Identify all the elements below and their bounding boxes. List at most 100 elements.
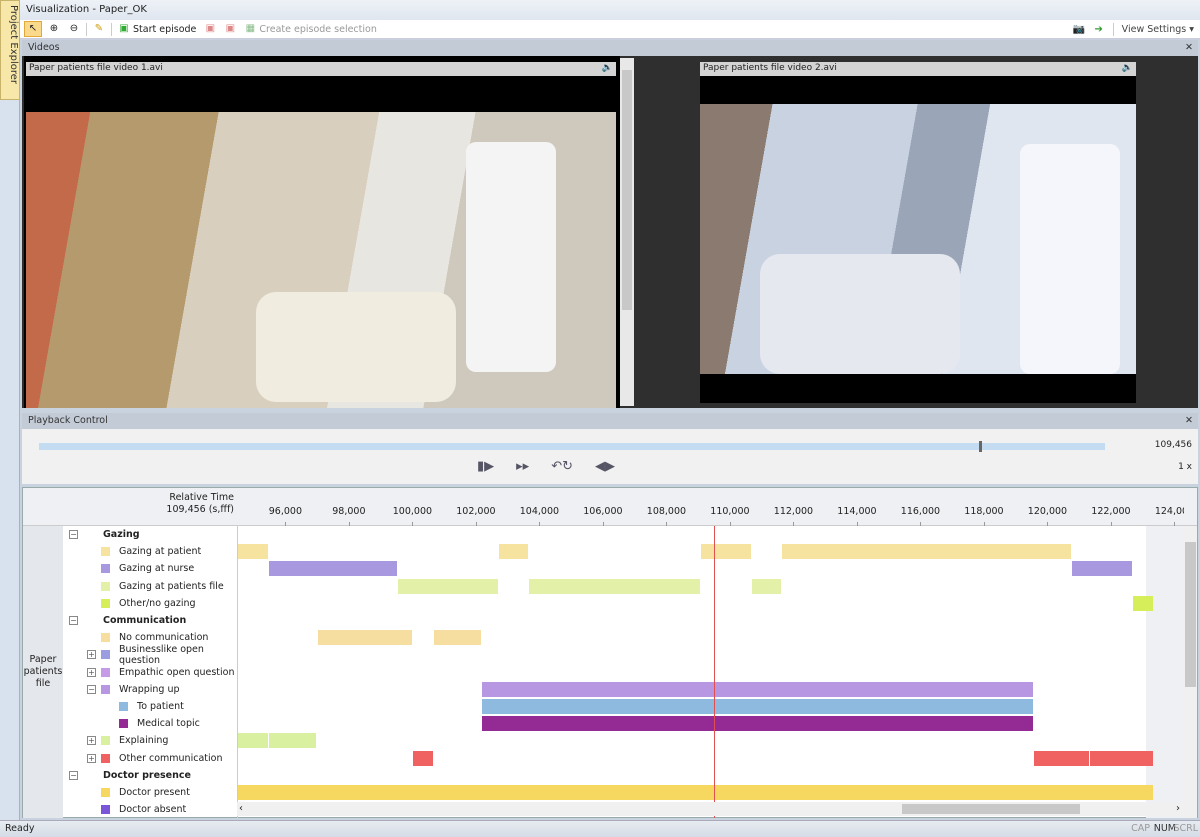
seek-thumb[interactable] <box>979 441 983 452</box>
tick-label: 118,000 <box>964 506 1004 517</box>
timeline-chart[interactable] <box>237 526 1184 818</box>
video-2-title: Paper patients file video 2.avi <box>703 63 837 73</box>
group-row[interactable]: − Gazing <box>63 526 237 543</box>
category-row[interactable]: − Wrapping up <box>63 681 237 698</box>
time-axis: 96,000 98,000 100,000 102,000 104,000 106,000… <box>237 488 1184 526</box>
category-row[interactable]: Other/no gazing <box>63 595 237 612</box>
start-episode-button[interactable]: ▣ Start episode <box>116 21 198 37</box>
speaker-icon[interactable]: 🔈 <box>602 63 613 75</box>
event-bar[interactable] <box>269 561 398 577</box>
plus-toggle-icon[interactable]: + <box>87 667 96 677</box>
category-row[interactable]: Gazing at patients file <box>63 578 237 595</box>
video-1-frame[interactable] <box>26 112 616 408</box>
camera-icon[interactable]: 📷 <box>1073 24 1085 36</box>
create-episode-selection-button[interactable]: ▦ Create episode selection <box>242 21 378 37</box>
end-episode-icon: ▣ <box>205 23 216 34</box>
close-icon[interactable]: ✕ <box>1185 42 1193 53</box>
playhead-cursor[interactable] <box>713 526 715 818</box>
event-bar[interactable] <box>700 544 752 560</box>
category-row[interactable]: + Explaining <box>63 732 237 749</box>
event-bar[interactable] <box>481 699 1034 714</box>
event-bar[interactable] <box>1090 750 1154 766</box>
event-bar[interactable] <box>433 630 481 646</box>
zoom-in-button[interactable]: ⊕ <box>46 21 62 37</box>
event-bar[interactable] <box>529 578 700 594</box>
minus-toggle-icon[interactable]: − <box>69 770 78 780</box>
undo-redo-button[interactable]: ↶↻ <box>551 459 573 474</box>
cap-indicator: CAP <box>1131 823 1150 834</box>
select-tool-button[interactable]: ↖ <box>24 21 42 37</box>
category-row[interactable]: Gazing at patient <box>63 543 237 560</box>
separator <box>1112 23 1114 36</box>
event-bar[interactable] <box>238 544 269 560</box>
delete-episode-button[interactable]: ▣ <box>222 21 238 37</box>
prev-next-button[interactable]: ◀▶ <box>595 459 615 474</box>
plus-toggle-icon[interactable]: + <box>87 736 96 746</box>
plus-toggle-icon[interactable]: + <box>87 753 96 763</box>
event-bar[interactable] <box>752 578 782 594</box>
scroll-left-icon[interactable]: ‹ <box>239 803 243 814</box>
pause-play-button[interactable]: ▮▶ <box>477 459 494 474</box>
event-bar[interactable] <box>238 785 1154 800</box>
event-bar[interactable] <box>1071 561 1133 577</box>
zoom-out-button[interactable]: ⊖ <box>66 21 82 37</box>
playback-area: 109,456 ▮▶ ▸▸ ↶↻ ◀▶ 1 x <box>22 429 1198 484</box>
seek-slider[interactable] <box>39 441 1105 452</box>
video-2-frame[interactable] <box>700 76 1136 403</box>
relative-time-value: 109,456 (s,fff) <box>166 504 234 515</box>
scrl-indicator: SCRL <box>1173 823 1198 834</box>
category-row[interactable]: + Other communication <box>63 750 237 767</box>
category-row[interactable]: Doctor present <box>63 784 237 801</box>
category-row[interactable]: Medical topic <box>63 715 237 732</box>
event-bar[interactable] <box>1034 750 1090 766</box>
left-dock-strip <box>0 100 20 837</box>
event-bar[interactable] <box>1133 595 1154 611</box>
event-bar[interactable] <box>481 716 1034 732</box>
vertical-scrollbar[interactable] <box>1184 526 1197 818</box>
plus-toggle-icon[interactable]: + <box>87 650 96 660</box>
event-bar[interactable] <box>269 733 317 749</box>
minus-toggle-icon[interactable]: − <box>87 684 96 694</box>
tick-label: 102,000 <box>456 506 496 517</box>
color-swatch <box>101 564 110 574</box>
group-row[interactable]: − Communication <box>63 612 237 629</box>
row-label: To patient <box>137 701 184 712</box>
speaker-icon[interactable]: 🔈 <box>1122 63 1133 75</box>
pointer-icon: ↖ <box>28 23 38 34</box>
event-bar[interactable] <box>238 733 269 749</box>
category-row[interactable]: To patient <box>63 698 237 715</box>
video-1-panel: Paper patients file video 1.avi 🔈 <box>24 56 620 408</box>
separator <box>111 22 112 36</box>
videos-area: Paper patients file video 1.avi 🔈 Paper p… <box>22 56 1198 408</box>
category-row[interactable]: Gazing at nurse <box>63 560 237 577</box>
tick-label: 124,000 <box>1154 506 1184 517</box>
export-icon[interactable]: ➔ <box>1093 24 1105 36</box>
row-label: Other communication <box>119 752 223 764</box>
minus-toggle-icon[interactable]: − <box>69 530 78 539</box>
event-bar[interactable] <box>499 544 529 560</box>
close-icon[interactable]: ✕ <box>1185 415 1193 426</box>
event-bar[interactable] <box>782 544 1071 560</box>
edit-button[interactable]: ✎ <box>91 21 107 37</box>
minus-toggle-icon[interactable]: − <box>69 616 78 625</box>
step-frames-button[interactable]: ▸▸ <box>516 459 529 474</box>
separator <box>86 22 87 36</box>
end-episode-button[interactable]: ▣ <box>202 21 218 37</box>
tick-label: 96,000 <box>268 506 303 517</box>
category-row[interactable]: + Empathic open question <box>63 664 237 681</box>
category-row[interactable]: + Businesslike open question <box>63 644 237 666</box>
event-bar[interactable] <box>413 750 433 766</box>
scroll-right-icon[interactable]: › <box>1176 803 1180 814</box>
color-swatch <box>101 633 110 643</box>
event-bar[interactable] <box>398 578 499 594</box>
event-bar[interactable] <box>481 681 1034 697</box>
view-settings-dropdown[interactable]: View Settings ▾ <box>1122 24 1194 35</box>
category-row[interactable]: Doctor absent <box>63 801 237 818</box>
group-row[interactable]: − Doctor presence <box>63 767 237 784</box>
row-label: Doctor present <box>119 787 190 798</box>
event-bar[interactable] <box>317 630 413 646</box>
row-label: Gazing <box>103 529 140 540</box>
video-scrollbar[interactable] <box>620 58 634 406</box>
project-explorer-tab[interactable]: Project Explorer <box>0 0 20 100</box>
horizontal-scrollbar[interactable]: ‹ › <box>237 802 1184 816</box>
